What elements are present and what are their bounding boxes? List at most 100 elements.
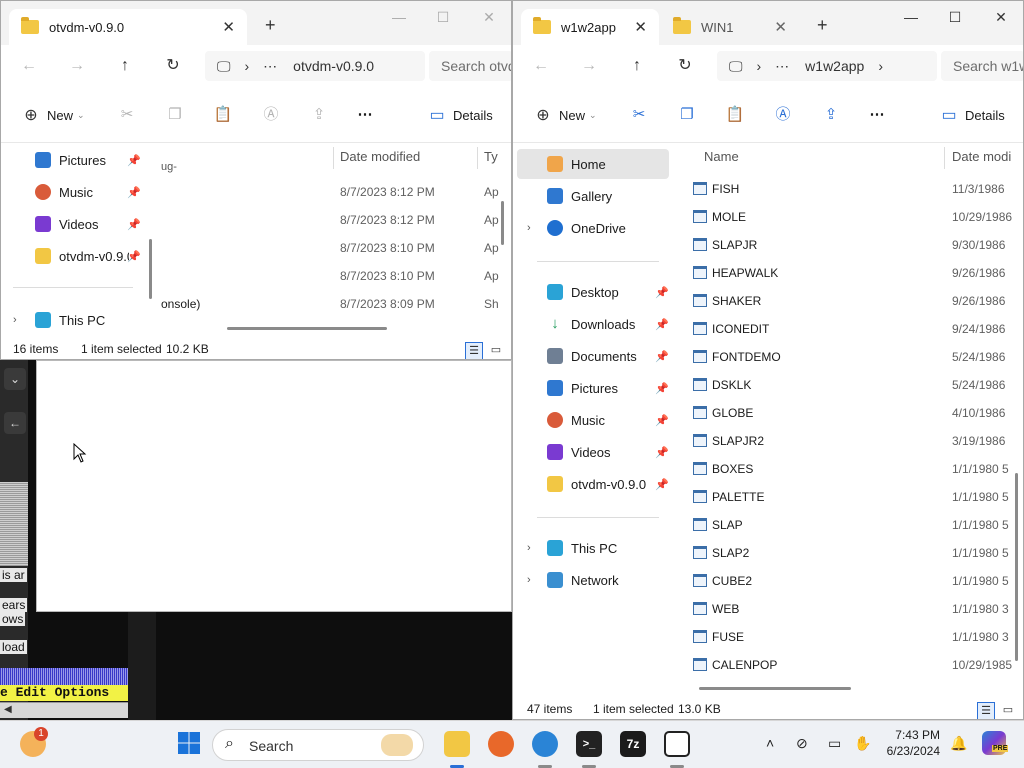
details-button[interactable]: ▭ Details: [427, 105, 492, 125]
cut-icon[interactable]: ✂: [629, 105, 649, 125]
column-header-type[interactable]: Ty: [484, 143, 498, 171]
bell-icon[interactable]: 🔔: [950, 735, 967, 752]
table-row[interactable]: 8/7/2023 8:10 PM Ap: [159, 262, 511, 290]
new-tab-button[interactable]: +: [817, 15, 828, 36]
table-row[interactable]: BOXES 1/1/1980 5: [673, 455, 1023, 483]
copy-icon[interactable]: ❐: [165, 105, 185, 125]
more-options-icon[interactable]: ⋯: [355, 105, 375, 125]
address-field[interactable]: 🖵 › ⋯ w1w2app ›: [717, 51, 937, 81]
table-row[interactable]: SLAPJR 9/30/1986: [673, 231, 1023, 259]
nav-item-pictures[interactable]: Pictures 📌: [517, 373, 669, 403]
content-horizontal-scrollbar[interactable]: [699, 687, 851, 690]
nav-item-desktop[interactable]: Desktop 📌: [517, 277, 669, 307]
display-icon[interactable]: ▭: [828, 735, 841, 752]
nav-item-network[interactable]: › Network: [517, 565, 669, 595]
copy-icon[interactable]: ❐: [677, 105, 697, 125]
nav-item-this-pc[interactable]: › This PC: [517, 533, 669, 563]
table-row[interactable]: CALENPOP 10/29/1985: [673, 651, 1023, 679]
tab-otvdm[interactable]: otvdm-v0.9.0 ✕: [9, 9, 247, 45]
tiles-view-icon[interactable]: ▭: [487, 342, 505, 359]
explorer-window-w1w2app[interactable]: w1w2app ✕ WIN1 ✕ + — ☐ ✕ ← → ↑ ↻ 🖵 › ⋯ w…: [512, 0, 1024, 720]
table-row[interactable]: FUSE 1/1/1980 3: [673, 623, 1023, 651]
table-row[interactable]: WEB 1/1/1980 3: [673, 595, 1023, 623]
expand-chevron-icon[interactable]: ›: [13, 314, 17, 326]
expand-chevron-icon[interactable]: ›: [527, 542, 531, 554]
terminal-icon[interactable]: >_: [576, 731, 602, 757]
breadcrumb-chevron-icon[interactable]: ›: [245, 58, 250, 74]
up-button[interactable]: ↑: [112, 54, 138, 78]
rename-icon[interactable]: Ⓐ: [773, 105, 793, 125]
expand-chevron-icon[interactable]: ›: [527, 222, 531, 234]
more-breadcrumbs-icon[interactable]: ⋯: [263, 58, 277, 75]
breadcrumb-chevron-icon[interactable]: ›: [757, 58, 762, 74]
new-tab-button[interactable]: +: [265, 15, 276, 36]
table-row[interactable]: PALETTE 1/1/1980 5: [673, 483, 1023, 511]
back-button[interactable]: ←: [16, 54, 42, 78]
table-row[interactable]: SLAPJR2 3/19/1986: [673, 427, 1023, 455]
pin-icon[interactable]: 📌: [655, 382, 669, 395]
back-arrow-icon[interactable]: ←: [4, 412, 26, 434]
tab-win1[interactable]: WIN1 ✕: [661, 9, 799, 45]
minimize-button[interactable]: —: [377, 5, 421, 29]
up-button[interactable]: ↑: [624, 54, 650, 78]
table-row[interactable]: 8/7/2023 8:10 PM Ap: [159, 234, 511, 262]
tab-w1w2app[interactable]: w1w2app ✕: [521, 9, 659, 45]
table-row[interactable]: 8/7/2023 8:12 PM Ap: [159, 178, 511, 206]
table-row[interactable]: FISH 11/3/1986: [673, 175, 1023, 203]
column-header-name[interactable]: Name: [704, 143, 739, 171]
close-tab-icon[interactable]: ✕: [222, 18, 235, 36]
windows-start-icon[interactable]: [176, 731, 202, 757]
tiles-view-icon[interactable]: ▭: [999, 702, 1017, 719]
details-view-icon[interactable]: ☰: [977, 702, 995, 719]
maximize-button[interactable]: ☐: [933, 5, 977, 29]
paste-icon[interactable]: 📋: [213, 105, 233, 125]
pin-icon[interactable]: 📌: [655, 446, 669, 459]
pin-icon[interactable]: 📌: [655, 318, 669, 331]
table-row[interactable]: ICONEDIT 9/24/1986: [673, 315, 1023, 343]
table-row[interactable]: MOLE 10/29/1986: [673, 203, 1023, 231]
nav-item-videos[interactable]: Videos 📌: [517, 437, 669, 467]
pin-icon[interactable]: 📌: [655, 414, 669, 427]
address-field[interactable]: 🖵 › ⋯ otvdm-v0.9.0: [205, 51, 425, 81]
explorer-window-otvdm[interactable]: otvdm-v0.9.0 ✕ + — ☐ ✕ ← → ↑ ↻ 🖵 › ⋯ otv…: [0, 0, 512, 360]
pin-icon[interactable]: 📌: [127, 154, 141, 167]
nav-item-onedrive[interactable]: › OneDrive: [517, 213, 669, 243]
forward-button[interactable]: →: [64, 54, 90, 78]
new-button[interactable]: ⊕ New ⌄: [533, 105, 596, 125]
firefox-icon[interactable]: [488, 731, 514, 757]
cut-icon[interactable]: ✂: [117, 105, 137, 125]
details-view-icon[interactable]: ☰: [465, 342, 483, 359]
system-clock[interactable]: 7:43 PM 6/23/2024: [887, 727, 940, 759]
minimize-button[interactable]: —: [889, 5, 933, 29]
table-row[interactable]: 8/7/2023 8:12 PM Ap: [159, 206, 511, 234]
back-button[interactable]: ←: [528, 54, 554, 78]
nav-item-otvdm[interactable]: otvdm-v0.9.0 📌: [517, 469, 669, 499]
content-vertical-scrollbar[interactable]: [1015, 473, 1018, 661]
details-button[interactable]: ▭ Details: [939, 105, 1004, 125]
maximize-button[interactable]: ☐: [421, 5, 465, 29]
nav-item-home[interactable]: Home: [517, 149, 669, 179]
nav-item-music[interactable]: Music 📌: [35, 177, 147, 207]
content-horizontal-scrollbar[interactable]: [227, 327, 387, 330]
table-row[interactable]: SHAKER 9/26/1986: [673, 287, 1023, 315]
pin-icon[interactable]: 📌: [655, 478, 669, 491]
background-scrollbar[interactable]: ◀: [0, 702, 128, 718]
nav-item-gallery[interactable]: Gallery: [517, 181, 669, 211]
copilot-icon[interactable]: PRE: [982, 731, 1009, 755]
file-explorer-icon[interactable]: [444, 731, 470, 757]
more-options-icon[interactable]: ⋯: [867, 105, 887, 125]
close-tab-icon[interactable]: ✕: [774, 18, 787, 36]
refresh-button[interactable]: ↻: [160, 54, 186, 78]
table-row[interactable]: CUBE2 1/1/1980 5: [673, 567, 1023, 595]
table-row[interactable]: SLAP 1/1/1980 5: [673, 511, 1023, 539]
search-input[interactable]: Search otvdm-v0.9.0: [429, 51, 511, 81]
column-header-modified[interactable]: Date modified: [340, 143, 420, 171]
seven-zip-icon[interactable]: 7z: [620, 731, 646, 757]
nav-item-this-pc[interactable]: › This PC: [11, 305, 147, 335]
close-window-button[interactable]: ✕: [979, 5, 1023, 29]
touch-icon[interactable]: ✋: [854, 735, 871, 752]
taskbar-search[interactable]: ⌕ Search: [212, 729, 424, 761]
chevron-down-icon[interactable]: ⌄: [4, 368, 26, 390]
table-row[interactable]: DSKLK 5/24/1986: [673, 371, 1023, 399]
pin-icon[interactable]: 📌: [655, 286, 669, 299]
